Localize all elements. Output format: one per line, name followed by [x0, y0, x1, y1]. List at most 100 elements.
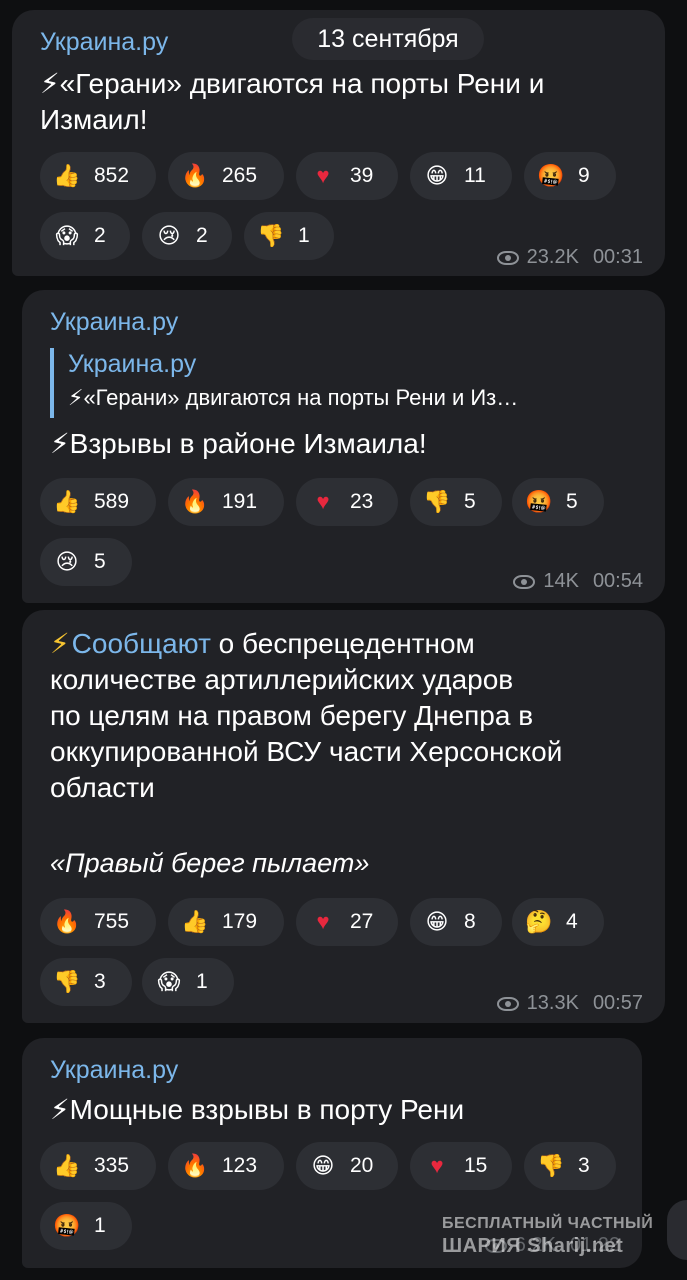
heart-icon: ♥ — [316, 489, 330, 514]
watermark-line: ШАРИЯ Sharij.net — [442, 1235, 624, 1257]
sender-name[interactable]: Украина.ру — [40, 28, 168, 57]
date-divider: 13 сентября — [292, 18, 484, 60]
heart-icon: ♥ — [316, 163, 330, 188]
thumbs-down-icon: 👎 — [537, 1153, 565, 1178]
message-bubble[interactable]: Украина.ру Украина.ру ⚡«Герани» двигаютс… — [22, 290, 665, 603]
eye-icon — [513, 574, 536, 589]
sender-name[interactable]: Украина.ру — [50, 1056, 178, 1085]
reply-quote[interactable]: Украина.ру ⚡«Герани» двигаются на порты … — [50, 348, 649, 418]
reaction-thumbs-down[interactable]: 👎 3 — [524, 1142, 616, 1190]
reaction-thumbs-up[interactable]: 👍 335 — [40, 1142, 156, 1190]
reaction-count: 4 — [566, 910, 578, 933]
reaction-fire[interactable]: 🔥 123 — [168, 1142, 284, 1190]
message-text-segment: о беспрецедентном — [210, 628, 475, 659]
thumbs-down-icon: 👎 — [257, 223, 285, 248]
reaction-heart[interactable]: ♥ 39 — [296, 152, 398, 200]
eye-icon — [496, 996, 519, 1011]
scroll-down-button[interactable] — [667, 1200, 687, 1260]
thinking-face-icon: 🤔 — [525, 909, 553, 934]
thumbs-up-icon: 👍 — [53, 163, 81, 188]
reaction-screaming-face[interactable]: 😱 1 — [142, 958, 234, 1006]
source-link[interactable]: Сообщают — [72, 628, 211, 659]
reaction-fire[interactable]: 🔥 755 — [40, 898, 156, 946]
view-count: 23.2K — [526, 246, 579, 268]
reaction-grinning-face[interactable]: 😁 8 — [410, 898, 502, 946]
fire-icon: 🔥 — [53, 909, 81, 934]
reaction-count: 265 — [222, 164, 258, 187]
watermark-line: БЕСПЛАТНЫЙ ЧАСТНЫЙ — [442, 1215, 654, 1232]
reaction-thinking-face[interactable]: 🤔 4 — [512, 898, 604, 946]
reaction-count: 5 — [94, 550, 106, 573]
reaction-count: 20 — [350, 1154, 374, 1177]
message-text-line: Измаил! — [40, 104, 148, 135]
reaction-count: 5 — [464, 490, 476, 513]
reaction-count: 9 — [578, 164, 590, 187]
reaction-cursing-face[interactable]: 🤬 9 — [524, 152, 616, 200]
grinning-face-icon: 😁 — [425, 163, 449, 188]
reply-text: ⚡«Герани» двигаются на порты Рени и Из… — [68, 385, 519, 410]
message-bubble[interactable]: ⚡Сообщают о беспрецедентном количестве а… — [22, 610, 665, 1023]
thumbs-up-icon: 👍 — [53, 489, 81, 514]
crying-face-icon: 😢 — [157, 223, 181, 248]
message-text: ⚡Мощные взрывы в порту Рени — [50, 1092, 622, 1128]
view-count: 14K — [543, 570, 579, 592]
message-italic-text: «Правый берег пылает» — [50, 848, 370, 878]
message-meta: 14K 00:54 — [513, 570, 643, 593]
lightning-icon: ⚡ — [50, 628, 70, 659]
fire-icon: 🔥 — [181, 489, 209, 514]
reaction-heart[interactable]: ♥ 27 — [296, 898, 398, 946]
message-text-line: ⚡Сообщают о беспрецедентном — [50, 626, 645, 662]
reaction-grinning-face[interactable]: 😁 20 — [296, 1142, 398, 1190]
reaction-thumbs-down[interactable]: 👎 5 — [410, 478, 502, 526]
reaction-heart[interactable]: ♥ 23 — [296, 478, 398, 526]
message-text-line: ⚡«Герани» двигаются на порты Рени и — [40, 68, 545, 99]
reaction-crying-face[interactable]: 😢 5 — [40, 538, 132, 586]
reaction-count: 589 — [94, 490, 130, 513]
reaction-crying-face[interactable]: 😢 2 — [142, 212, 232, 260]
reaction-cursing-face[interactable]: 🤬 1 — [40, 1202, 132, 1250]
message-text-line: области — [50, 772, 155, 803]
reaction-count: 15 — [464, 1154, 488, 1177]
reply-sender: Украина.ру — [68, 350, 197, 378]
screaming-face-icon: 😱 — [55, 223, 79, 248]
message-meta: 23.2K 00:31 — [496, 246, 643, 269]
thumbs-down-icon: 👎 — [423, 489, 451, 514]
reaction-count: 1 — [196, 970, 208, 993]
message-text-line: количестве артиллерийских ударов — [50, 664, 514, 695]
reaction-count: 3 — [578, 1154, 590, 1177]
grinning-face-icon: 😁 — [425, 909, 449, 934]
reaction-fire[interactable]: 🔥 191 — [168, 478, 284, 526]
message-text: ⚡«Герани» двигаются на порты Рени и Изма… — [40, 66, 645, 138]
reaction-thumbs-up[interactable]: 👍 852 — [40, 152, 156, 200]
reaction-count: 123 — [222, 1154, 258, 1177]
reaction-cursing-face[interactable]: 🤬 5 — [512, 478, 604, 526]
heart-icon: ♥ — [316, 909, 330, 934]
message-time: 00:54 — [592, 570, 643, 592]
reaction-screaming-face[interactable]: 😱 2 — [40, 212, 130, 260]
cursing-face-icon: 🤬 — [53, 1213, 81, 1238]
reaction-count: 335 — [94, 1154, 130, 1177]
reaction-thumbs-up[interactable]: 👍 179 — [168, 898, 284, 946]
message-time: 00:31 — [592, 246, 643, 268]
reaction-count: 3 — [94, 970, 106, 993]
sender-name[interactable]: Украина.ру — [50, 308, 178, 337]
reaction-grinning-face[interactable]: 😁 11 — [410, 152, 512, 200]
message-text-line: оккупированной ВСУ части Херсонской — [50, 736, 563, 767]
reaction-count: 23 — [350, 490, 374, 513]
grinning-face-icon: 😁 — [311, 1153, 335, 1178]
reaction-count: 179 — [222, 910, 258, 933]
thumbs-up-icon: 👍 — [181, 909, 209, 934]
thumbs-up-icon: 👍 — [53, 1153, 81, 1178]
message-meta: 13.3K 00:57 — [496, 992, 643, 1015]
reaction-count: 852 — [94, 164, 130, 187]
reaction-count: 2 — [196, 224, 208, 247]
reaction-heart[interactable]: ♥ 15 — [410, 1142, 512, 1190]
reaction-count: 1 — [298, 224, 310, 247]
reaction-fire[interactable]: 🔥 265 — [168, 152, 284, 200]
reaction-thumbs-down[interactable]: 👎 1 — [244, 212, 334, 260]
message-text: ⚡Сообщают о беспрецедентном количестве а… — [50, 626, 645, 806]
watermark: БЕСПЛАТНЫЙ ЧАСТНЫЙ ШАРИЯ Sharij.net — [442, 1213, 653, 1257]
screaming-face-icon: 😱 — [157, 969, 181, 994]
reaction-thumbs-down[interactable]: 👎 3 — [40, 958, 132, 1006]
reaction-thumbs-up[interactable]: 👍 589 — [40, 478, 156, 526]
